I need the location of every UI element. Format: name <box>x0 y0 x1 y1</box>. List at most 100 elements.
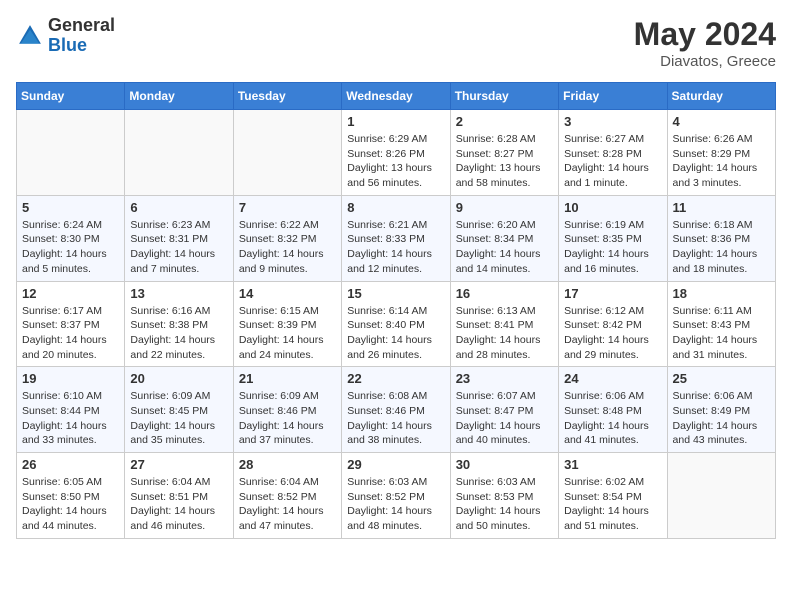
calendar-week-row: 5 Sunrise: 6:24 AMSunset: 8:30 PMDaylight… <box>17 195 776 281</box>
day-number: 15 <box>347 286 444 301</box>
day-info: Sunrise: 6:09 AMSunset: 8:46 PMDaylight:… <box>239 389 336 448</box>
day-number: 2 <box>456 114 553 129</box>
day-info: Sunrise: 6:28 AMSunset: 8:27 PMDaylight:… <box>456 132 553 191</box>
calendar-cell: 5 Sunrise: 6:24 AMSunset: 8:30 PMDaylight… <box>17 195 125 281</box>
day-number: 14 <box>239 286 336 301</box>
calendar-cell: 30 Sunrise: 6:03 AMSunset: 8:53 PMDayligh… <box>450 453 558 539</box>
day-info: Sunrise: 6:24 AMSunset: 8:30 PMDaylight:… <box>22 218 119 277</box>
calendar-cell: 17 Sunrise: 6:12 AMSunset: 8:42 PMDayligh… <box>559 281 667 367</box>
calendar-cell: 29 Sunrise: 6:03 AMSunset: 8:52 PMDayligh… <box>342 453 450 539</box>
day-number: 17 <box>564 286 661 301</box>
day-number: 25 <box>673 371 770 386</box>
calendar-header: SundayMondayTuesdayWednesdayThursdayFrid… <box>17 83 776 110</box>
month-year: May 2024 <box>634 16 776 53</box>
calendar-cell: 19 Sunrise: 6:10 AMSunset: 8:44 PMDayligh… <box>17 367 125 453</box>
day-number: 30 <box>456 457 553 472</box>
day-info: Sunrise: 6:09 AMSunset: 8:45 PMDaylight:… <box>130 389 227 448</box>
day-info: Sunrise: 6:08 AMSunset: 8:46 PMDaylight:… <box>347 389 444 448</box>
day-number: 1 <box>347 114 444 129</box>
calendar-cell: 6 Sunrise: 6:23 AMSunset: 8:31 PMDaylight… <box>125 195 233 281</box>
calendar-cell: 24 Sunrise: 6:06 AMSunset: 8:48 PMDayligh… <box>559 367 667 453</box>
day-info: Sunrise: 6:06 AMSunset: 8:49 PMDaylight:… <box>673 389 770 448</box>
calendar: SundayMondayTuesdayWednesdayThursdayFrid… <box>16 82 776 539</box>
calendar-body: 1 Sunrise: 6:29 AMSunset: 8:26 PMDaylight… <box>17 110 776 539</box>
day-number: 22 <box>347 371 444 386</box>
logo-text: General Blue <box>48 16 115 56</box>
logo-icon <box>16 22 44 50</box>
day-of-week-header: Thursday <box>450 83 558 110</box>
day-number: 13 <box>130 286 227 301</box>
day-info: Sunrise: 6:04 AMSunset: 8:51 PMDaylight:… <box>130 475 227 534</box>
day-info: Sunrise: 6:10 AMSunset: 8:44 PMDaylight:… <box>22 389 119 448</box>
calendar-week-row: 12 Sunrise: 6:17 AMSunset: 8:37 PMDayligh… <box>17 281 776 367</box>
day-number: 19 <box>22 371 119 386</box>
day-of-week-header: Friday <box>559 83 667 110</box>
calendar-cell: 22 Sunrise: 6:08 AMSunset: 8:46 PMDayligh… <box>342 367 450 453</box>
day-info: Sunrise: 6:04 AMSunset: 8:52 PMDaylight:… <box>239 475 336 534</box>
day-info: Sunrise: 6:23 AMSunset: 8:31 PMDaylight:… <box>130 218 227 277</box>
day-number: 4 <box>673 114 770 129</box>
calendar-cell <box>667 453 775 539</box>
day-info: Sunrise: 6:29 AMSunset: 8:26 PMDaylight:… <box>347 132 444 191</box>
day-info: Sunrise: 6:15 AMSunset: 8:39 PMDaylight:… <box>239 304 336 363</box>
day-info: Sunrise: 6:12 AMSunset: 8:42 PMDaylight:… <box>564 304 661 363</box>
day-info: Sunrise: 6:06 AMSunset: 8:48 PMDaylight:… <box>564 389 661 448</box>
calendar-cell: 12 Sunrise: 6:17 AMSunset: 8:37 PMDayligh… <box>17 281 125 367</box>
day-number: 7 <box>239 200 336 215</box>
day-number: 10 <box>564 200 661 215</box>
calendar-cell: 27 Sunrise: 6:04 AMSunset: 8:51 PMDayligh… <box>125 453 233 539</box>
calendar-cell: 18 Sunrise: 6:11 AMSunset: 8:43 PMDayligh… <box>667 281 775 367</box>
day-number: 8 <box>347 200 444 215</box>
location: Diavatos, Greece <box>634 53 776 70</box>
day-number: 5 <box>22 200 119 215</box>
page-header: General Blue May 2024 Diavatos, Greece <box>16 16 776 70</box>
day-info: Sunrise: 6:03 AMSunset: 8:52 PMDaylight:… <box>347 475 444 534</box>
day-number: 18 <box>673 286 770 301</box>
day-number: 27 <box>130 457 227 472</box>
calendar-cell: 1 Sunrise: 6:29 AMSunset: 8:26 PMDaylight… <box>342 110 450 196</box>
day-number: 12 <box>22 286 119 301</box>
calendar-week-row: 26Sunrise: 6:05 AMSunset: 8:50 PMDayligh… <box>17 453 776 539</box>
calendar-cell <box>125 110 233 196</box>
day-number: 23 <box>456 371 553 386</box>
day-of-week-header: Tuesday <box>233 83 341 110</box>
calendar-cell: 16Sunrise: 6:13 AMSunset: 8:41 PMDayligh… <box>450 281 558 367</box>
day-number: 21 <box>239 371 336 386</box>
calendar-cell: 26Sunrise: 6:05 AMSunset: 8:50 PMDayligh… <box>17 453 125 539</box>
calendar-cell: 10 Sunrise: 6:19 AMSunset: 8:35 PMDayligh… <box>559 195 667 281</box>
calendar-week-row: 1 Sunrise: 6:29 AMSunset: 8:26 PMDaylight… <box>17 110 776 196</box>
day-number: 29 <box>347 457 444 472</box>
day-number: 28 <box>239 457 336 472</box>
calendar-cell: 28 Sunrise: 6:04 AMSunset: 8:52 PMDayligh… <box>233 453 341 539</box>
day-number: 24 <box>564 371 661 386</box>
day-number: 3 <box>564 114 661 129</box>
day-info: Sunrise: 6:22 AMSunset: 8:32 PMDaylight:… <box>239 218 336 277</box>
day-info: Sunrise: 6:14 AMSunset: 8:40 PMDaylight:… <box>347 304 444 363</box>
day-info: Sunrise: 6:02 AMSunset: 8:54 PMDaylight:… <box>564 475 661 534</box>
calendar-cell: 11 Sunrise: 6:18 AMSunset: 8:36 PMDayligh… <box>667 195 775 281</box>
calendar-cell <box>233 110 341 196</box>
day-number: 31 <box>564 457 661 472</box>
day-info: Sunrise: 6:11 AMSunset: 8:43 PMDaylight:… <box>673 304 770 363</box>
title-block: May 2024 Diavatos, Greece <box>634 16 776 70</box>
calendar-cell: 20 Sunrise: 6:09 AMSunset: 8:45 PMDayligh… <box>125 367 233 453</box>
day-info: Sunrise: 6:03 AMSunset: 8:53 PMDaylight:… <box>456 475 553 534</box>
day-number: 20 <box>130 371 227 386</box>
calendar-cell: 2 Sunrise: 6:28 AMSunset: 8:27 PMDaylight… <box>450 110 558 196</box>
day-info: Sunrise: 6:17 AMSunset: 8:37 PMDaylight:… <box>22 304 119 363</box>
header-row: SundayMondayTuesdayWednesdayThursdayFrid… <box>17 83 776 110</box>
day-info: Sunrise: 6:18 AMSunset: 8:36 PMDaylight:… <box>673 218 770 277</box>
day-number: 11 <box>673 200 770 215</box>
day-of-week-header: Saturday <box>667 83 775 110</box>
day-info: Sunrise: 6:16 AMSunset: 8:38 PMDaylight:… <box>130 304 227 363</box>
day-of-week-header: Sunday <box>17 83 125 110</box>
calendar-cell: 21 Sunrise: 6:09 AMSunset: 8:46 PMDayligh… <box>233 367 341 453</box>
calendar-cell: 3 Sunrise: 6:27 AMSunset: 8:28 PMDaylight… <box>559 110 667 196</box>
day-info: Sunrise: 6:27 AMSunset: 8:28 PMDaylight:… <box>564 132 661 191</box>
day-info: Sunrise: 6:19 AMSunset: 8:35 PMDaylight:… <box>564 218 661 277</box>
logo: General Blue <box>16 16 115 56</box>
day-number: 6 <box>130 200 227 215</box>
calendar-cell: 7 Sunrise: 6:22 AMSunset: 8:32 PMDaylight… <box>233 195 341 281</box>
calendar-cell: 23Sunrise: 6:07 AMSunset: 8:47 PMDayligh… <box>450 367 558 453</box>
calendar-cell: 13 Sunrise: 6:16 AMSunset: 8:38 PMDayligh… <box>125 281 233 367</box>
